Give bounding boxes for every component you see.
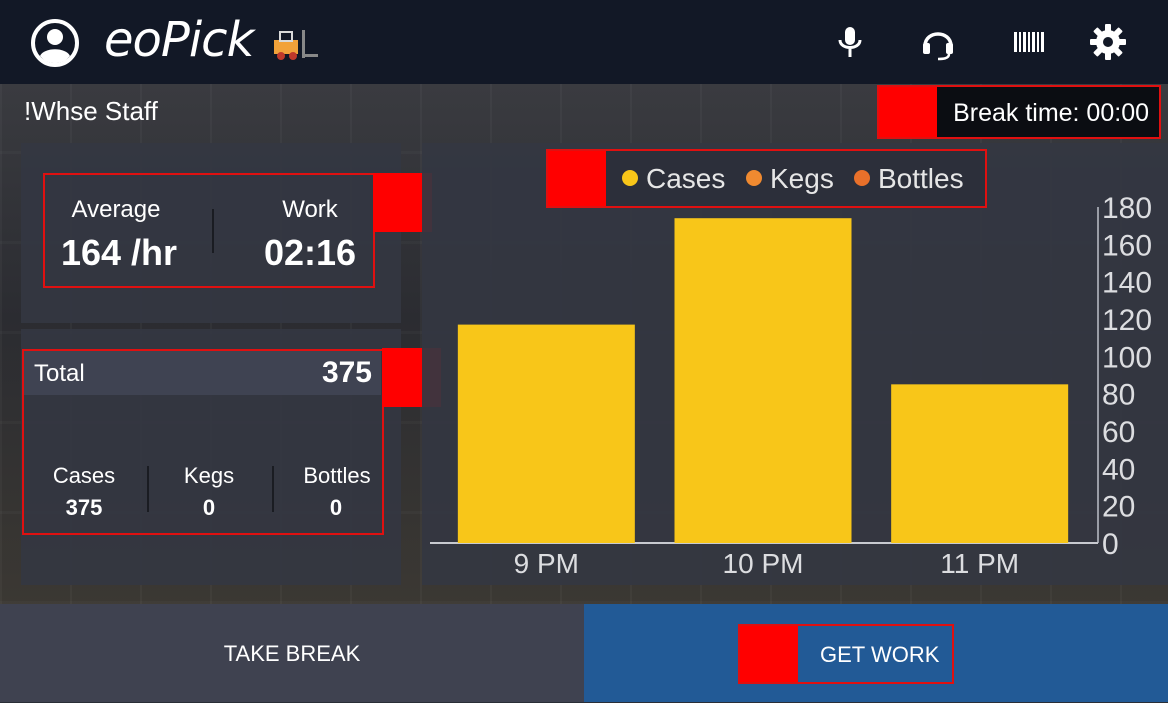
settings-gear-icon[interactable]	[1088, 22, 1128, 62]
bottles-value: 0	[329, 495, 343, 520]
x-tick-label: 10 PM	[723, 548, 804, 579]
divider	[212, 209, 214, 253]
barcode-icon[interactable]	[1010, 22, 1050, 62]
headset-icon[interactable]	[918, 22, 958, 62]
app-logo: eoPick	[104, 12, 254, 68]
bar-11-pm	[891, 384, 1069, 543]
y-tick-label: 160	[1102, 229, 1152, 262]
y-tick-label: 40	[1102, 453, 1135, 486]
y-tick-label: 80	[1102, 379, 1135, 412]
bottles-label: Bottles	[303, 463, 371, 488]
bar-10-pm	[674, 218, 852, 543]
top-app-bar: eoPick	[0, 0, 1168, 84]
y-tick-label: 120	[1102, 304, 1152, 337]
user-name: !Whse Staff	[24, 96, 158, 126]
kegs-value: 0	[202, 495, 216, 520]
y-tick-label: 140	[1102, 267, 1152, 300]
take-break-button[interactable]: TAKE BREAK	[0, 604, 584, 702]
x-tick-label: 9 PM	[514, 548, 579, 579]
y-tick-label: 180	[1102, 192, 1152, 225]
divider	[147, 466, 149, 512]
work-time-value: 02:16	[263, 232, 357, 273]
get-work-label: GET WORK	[820, 642, 940, 667]
break-time-status: Break time: 00:00	[877, 85, 1161, 139]
highlight-marker	[740, 626, 798, 682]
highlight-marker	[879, 87, 937, 137]
average-value: 164 /hr	[60, 232, 178, 273]
cases-value: 375	[65, 495, 103, 520]
bar-chart: 0 20 40 60 80 100 120 140 160 180 9 PM 10 PM 11 PM	[430, 192, 1152, 579]
cases-label: Cases	[52, 463, 116, 488]
y-tick-label: 60	[1102, 416, 1135, 449]
forklift-icon	[274, 30, 318, 60]
y-tick-label: 100	[1102, 341, 1152, 374]
bar-9-pm	[457, 324, 635, 543]
get-work-button[interactable]: GET WORK	[584, 604, 1168, 702]
average-label: Average	[71, 196, 161, 223]
break-time-text: Break time: 00:00	[953, 99, 1149, 127]
work-label: Work	[282, 196, 338, 223]
total-value: 375	[321, 356, 372, 389]
get-work-highlight: GET WORK	[738, 624, 954, 684]
total-label: Total	[34, 360, 85, 387]
x-tick-label: 11 PM	[940, 548, 1019, 579]
y-tick-label: 0	[1102, 528, 1119, 561]
account-circle-icon[interactable]	[30, 18, 80, 68]
y-tick-label: 20	[1102, 491, 1135, 524]
divider	[272, 466, 274, 512]
kegs-label: Kegs	[183, 463, 235, 488]
microphone-icon[interactable]	[830, 22, 870, 62]
